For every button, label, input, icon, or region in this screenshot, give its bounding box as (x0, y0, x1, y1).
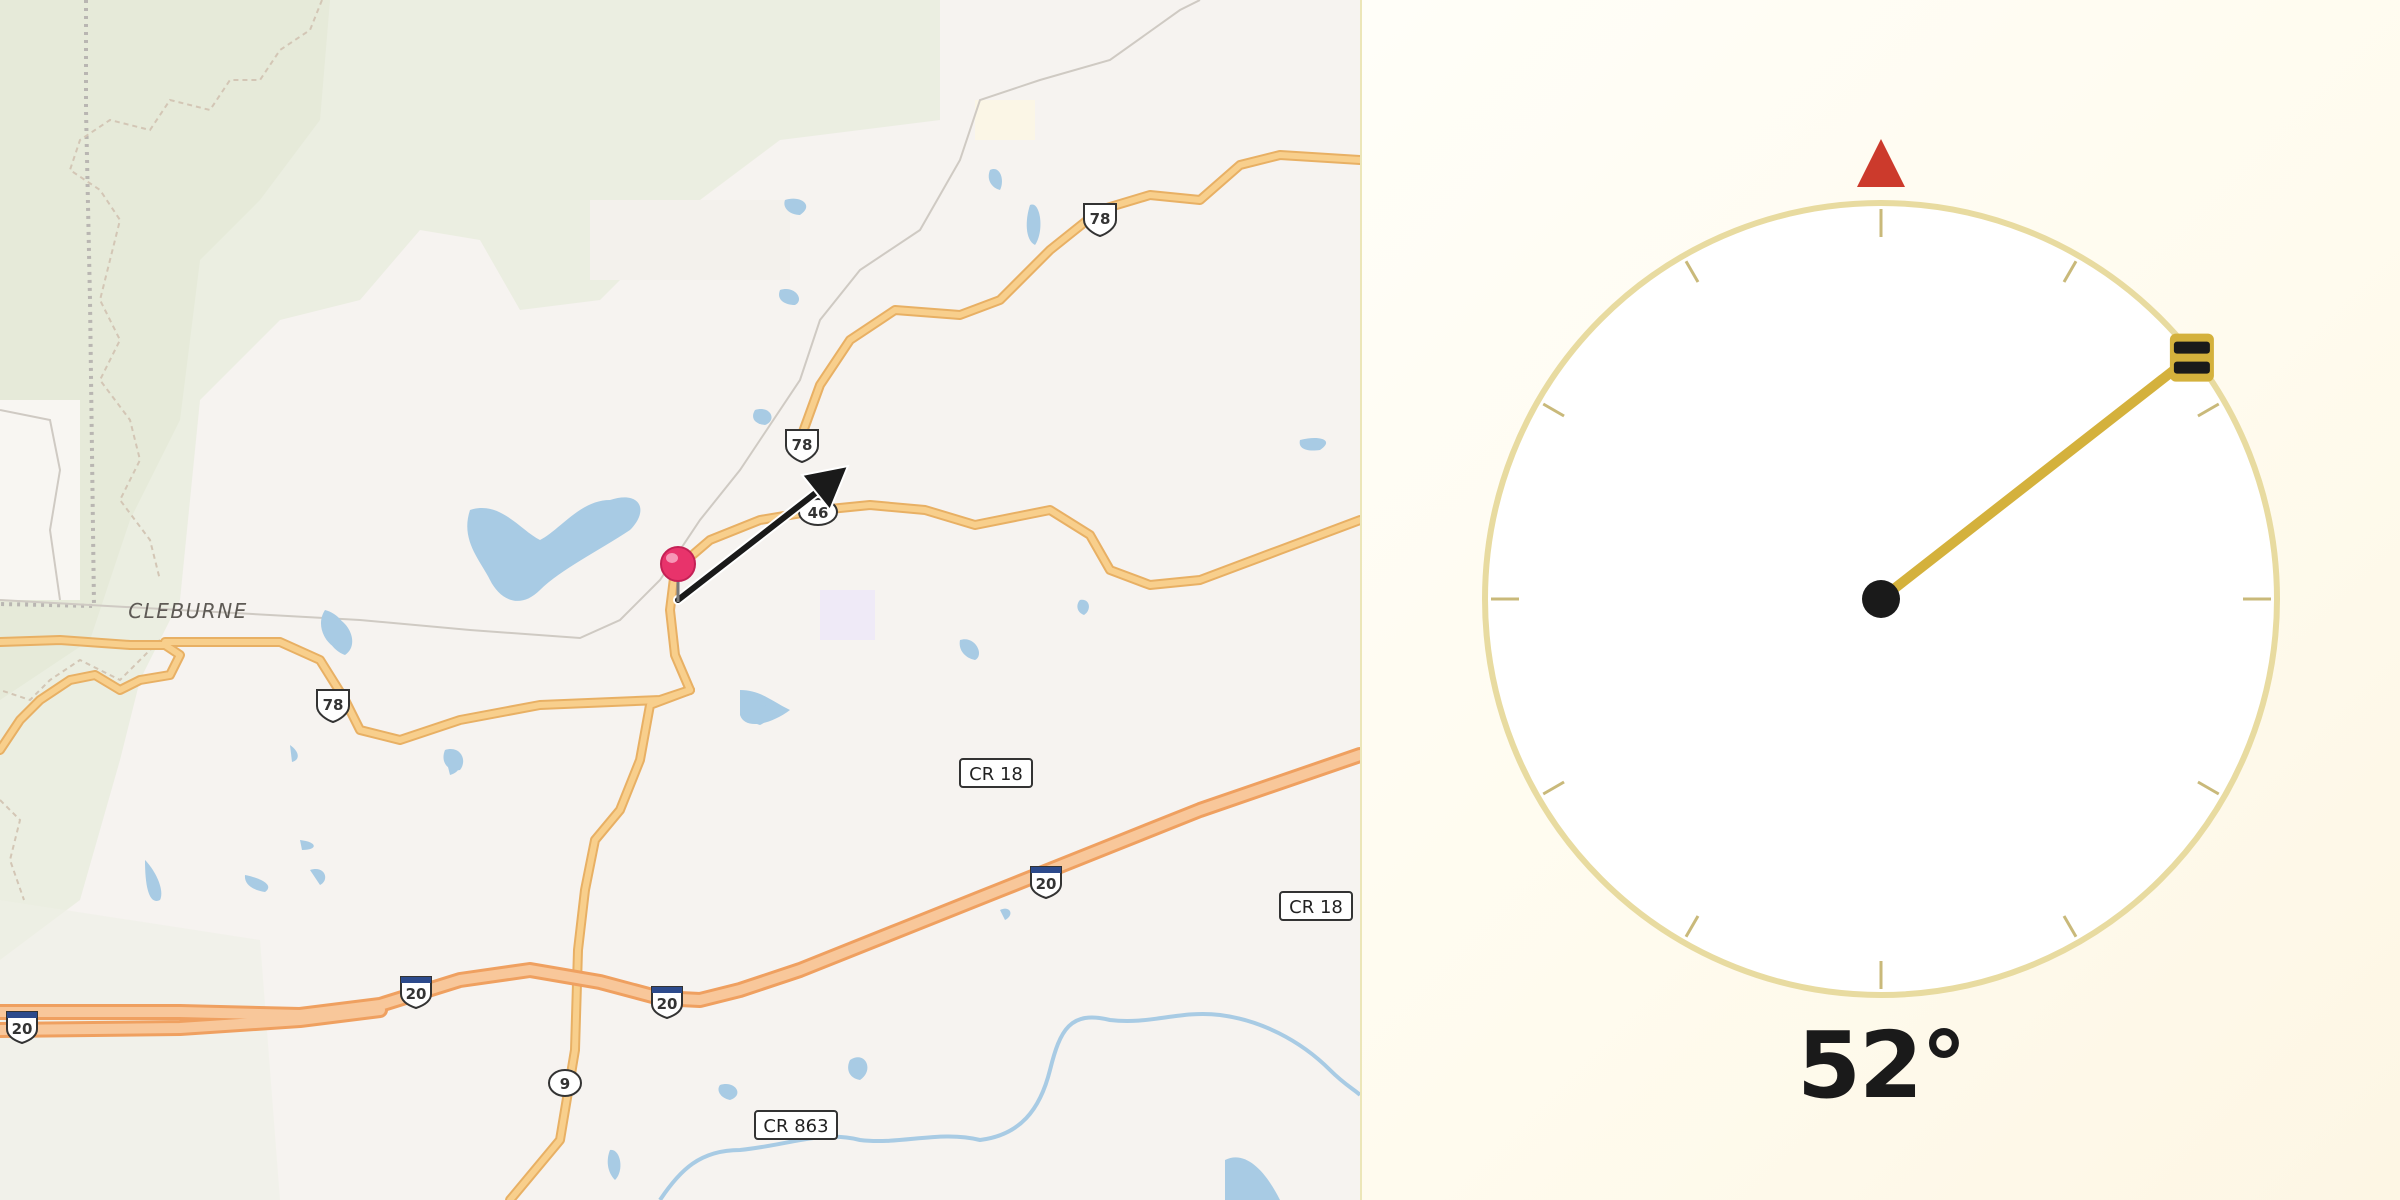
route-number: 78 (1090, 210, 1111, 228)
interstate-shield: 20 (651, 986, 683, 1020)
interstate-shield: 20 (1030, 866, 1062, 900)
lake (1225, 1157, 1280, 1200)
route-number: 20 (12, 1020, 33, 1038)
place-label: CLEBURNE (128, 599, 248, 623)
lake (1000, 908, 1011, 920)
lake (607, 1149, 621, 1180)
route-number: 9 (560, 1075, 570, 1093)
interstate-shield: 20 (400, 976, 432, 1010)
handle-grip-bar (2173, 361, 2210, 374)
route-number: 46 (808, 504, 829, 522)
handle-grip-bar (2173, 341, 2210, 354)
lake (718, 1083, 738, 1100)
us-route-shield: 78 (316, 689, 350, 724)
heading-arrow-icon (673, 464, 850, 605)
lake (988, 169, 1002, 190)
map-canvas[interactable]: CLEBURNE 78 78 78 46 9 20 20 20 20 CR 18… (0, 0, 1360, 1200)
land-patch (820, 590, 875, 640)
lake (753, 408, 772, 425)
route-number: CR 863 (763, 1116, 828, 1137)
lake (467, 497, 641, 601)
lake (779, 288, 800, 305)
route-number: 78 (792, 436, 813, 454)
county-road-label: CR 18 (1279, 891, 1353, 921)
route-number: 20 (406, 985, 427, 1003)
lake (959, 639, 980, 660)
map-view[interactable]: CLEBURNE 78 78 78 46 9 20 20 20 20 CR 18… (0, 0, 1360, 1200)
route-number: CR 18 (1289, 897, 1343, 918)
lake (1077, 599, 1089, 615)
route-number: 78 (323, 696, 344, 714)
land-patch (590, 200, 790, 280)
lake (310, 868, 326, 885)
lake (290, 745, 298, 762)
interstate-shield: 20 (6, 1011, 38, 1045)
land-patch (975, 100, 1035, 140)
county-road-label: CR 863 (754, 1110, 838, 1140)
lake (1026, 204, 1041, 245)
state-route-shield: 9 (548, 1069, 582, 1097)
lake (300, 840, 314, 850)
compass-hub (1862, 580, 1900, 618)
route-number: 20 (657, 995, 678, 1013)
route-number: 20 (1036, 875, 1057, 893)
north-triangle-icon (1857, 139, 1905, 187)
county-road-label: CR 18 (959, 758, 1033, 788)
heading-readout: 52° (1796, 1012, 1967, 1119)
lake (145, 860, 162, 901)
needle-drag-handle[interactable] (2169, 333, 2214, 382)
route-number: CR 18 (969, 764, 1023, 785)
us-route-shield: 78 (1083, 203, 1117, 238)
handle-body (2169, 333, 2214, 382)
lake (848, 1057, 868, 1080)
compass-panel: 52° (1362, 0, 2400, 1200)
water-features (145, 169, 1327, 1200)
lake (244, 875, 269, 892)
lake (325, 615, 353, 655)
forest-area (0, 900, 280, 1200)
lake (1299, 438, 1327, 451)
us-route-shield: 78 (785, 429, 819, 464)
land-patch (0, 400, 80, 600)
